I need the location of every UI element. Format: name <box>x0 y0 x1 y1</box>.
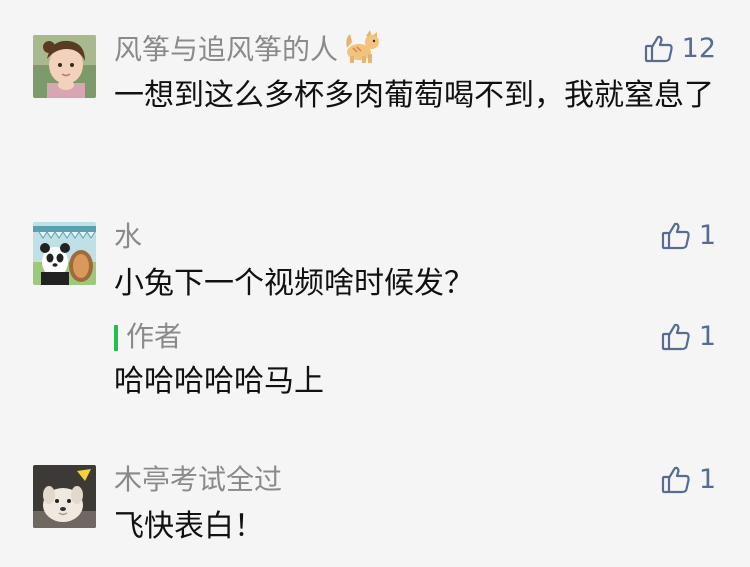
comment-text: 飞快表白！ <box>114 509 264 544</box>
like-count: 1 <box>698 464 716 495</box>
comment-item: 木亭考试全过 1 飞快表白！ <box>0 0 750 567</box>
nickname[interactable]: 木亭考试全过 <box>114 462 282 498</box>
thumbs-up-icon <box>661 465 691 495</box>
like-button[interactable]: 1 <box>661 462 716 498</box>
avatar[interactable] <box>33 465 96 528</box>
avatar-dog-image <box>33 465 96 528</box>
